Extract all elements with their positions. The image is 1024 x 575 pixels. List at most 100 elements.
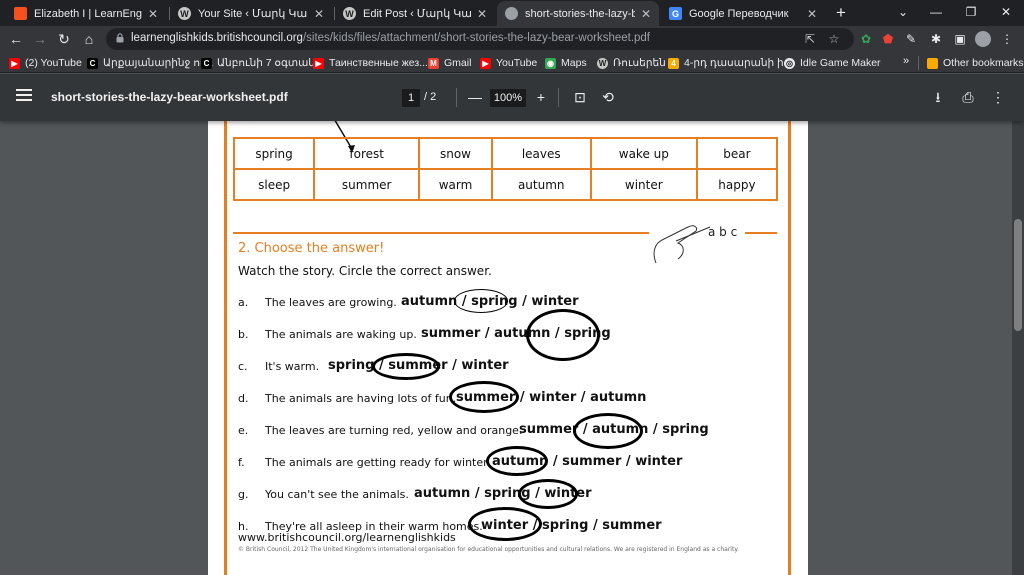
tab-your-site[interactable]: W Your Site ‹ Մարկ Կարդանյա ✕	[170, 1, 332, 26]
bookmark-item[interactable]: ▶ Таинственные жез...	[313, 55, 428, 71]
zoom-in-icon[interactable]: +	[532, 88, 550, 106]
star-icon[interactable]: ☆	[826, 31, 842, 47]
grid-icon	[14, 7, 27, 20]
answer-circle	[468, 507, 542, 541]
question-letter: g.	[238, 488, 249, 501]
youtube-icon: ▶	[313, 57, 324, 69]
close-icon[interactable]: ✕	[807, 7, 817, 21]
bookmark-label: Անբունի 7 օգտակ...	[217, 57, 324, 69]
pdf-viewer[interactable]: spring forest snow leaves wake up bear s…	[0, 121, 1024, 575]
globe-icon: ◎	[784, 57, 795, 69]
word-cell: leaves	[490, 137, 592, 170]
bookmark-item[interactable]: ▶ (2) YouTube	[9, 55, 82, 71]
bookmark-item[interactable]: С Անբունի 7 օգտակ...	[201, 55, 324, 71]
extensions-puzzle-icon[interactable]: ✱	[928, 31, 944, 47]
other-bookmarks[interactable]: Other bookmarks	[927, 55, 1024, 71]
forward-icon[interactable]: →	[30, 29, 50, 49]
tab-pdf-active[interactable]: short-stories-the-lazy-bear-w ✕	[497, 1, 659, 26]
scrollbar[interactable]	[1012, 121, 1024, 575]
page-total: / 2	[424, 91, 437, 103]
word-cell: snow	[418, 137, 493, 170]
more-options-icon[interactable]: ⋮	[989, 88, 1007, 106]
extension-leaf-icon[interactable]: ✿	[858, 31, 874, 47]
word-cell: winter	[589, 168, 698, 201]
home-icon[interactable]: ⌂	[79, 29, 99, 49]
bookmark-item[interactable]: 4 4-րդ դասարանի ի...	[668, 55, 792, 71]
tab-title: Google Переводчик	[689, 7, 789, 20]
zoom-input[interactable]: 100%	[490, 89, 526, 107]
globe-icon	[505, 7, 518, 20]
lock-icon	[116, 33, 124, 43]
minimize-icon[interactable]: —	[926, 2, 946, 22]
share-icon[interactable]: ⇱	[802, 31, 818, 47]
question-text: The leaves are turning red, yellow and o…	[265, 424, 523, 437]
extension-shield-icon[interactable]: ⬟	[880, 31, 896, 47]
section-title: 2. Choose the answer!	[238, 241, 385, 256]
answer-circle	[526, 309, 600, 361]
restore-icon[interactable]: ❐	[961, 2, 981, 22]
reload-icon[interactable]: ↻	[54, 29, 74, 49]
close-icon[interactable]: ✕	[148, 7, 158, 21]
avatar[interactable]	[975, 31, 991, 47]
tab-title: Your Site ‹ Մարկ Կարդանյա	[198, 8, 308, 20]
bookmark-label: YouTube	[496, 57, 538, 69]
question-text: The animals are having lots of fun.	[265, 392, 457, 405]
word-cell: sleep	[232, 168, 316, 201]
close-icon[interactable]: ✕	[314, 7, 324, 21]
youtube-icon: ▶	[9, 57, 20, 69]
section-divider	[745, 232, 777, 234]
bookmark-icon: С	[87, 57, 98, 69]
url-host: learnenglishkids.britishcouncil.org	[131, 32, 303, 44]
word-table: spring forest snow leaves wake up bear s…	[232, 137, 779, 201]
menu-kebab-icon[interactable]: ⋮	[999, 31, 1015, 47]
bookmark-label: Gmail	[444, 57, 472, 69]
word-cell: autumn	[490, 168, 592, 201]
question-text: The animals are waking up.	[265, 328, 417, 341]
zoom-out-icon[interactable]: —	[466, 88, 484, 106]
wordpress-icon: W	[343, 7, 356, 20]
rotate-icon[interactable]: ⟲	[599, 88, 617, 106]
close-icon[interactable]: ✕	[477, 7, 487, 21]
answer-circle	[372, 353, 440, 380]
gmail-icon: M	[428, 57, 439, 69]
bookmark-item[interactable]: M Gmail	[428, 55, 471, 71]
back-icon[interactable]: ←	[6, 29, 26, 49]
new-tab-button[interactable]: +	[831, 3, 851, 23]
tab-search-icon[interactable]: ⌄	[893, 2, 913, 22]
bookmark-label: Таинственные жез...	[329, 57, 428, 69]
fit-page-icon[interactable]: ⊡	[571, 88, 589, 106]
instruction-text: Watch the story. Circle the correct answ…	[238, 264, 492, 278]
answer-circle	[518, 479, 578, 509]
bookmark-label: 4-րդ դասարանի ի...	[684, 57, 793, 69]
wordpress-icon: W	[597, 57, 608, 69]
question-text: You can't see the animals.	[265, 488, 409, 501]
word-cell: spring	[232, 137, 316, 170]
bookmark-label: Արքայանարինջ ու...	[103, 57, 214, 69]
bookmark-item[interactable]: W Ռուսերեն	[597, 55, 666, 71]
pdf-toolbar: short-stories-the-lazy-bear-worksheet.pd…	[0, 74, 1024, 121]
close-window-icon[interactable]: ✕	[996, 2, 1016, 22]
browser-toolbar: ← → ↻ ⌂ learnenglishkids.britishcouncil.…	[0, 26, 1024, 52]
tab-learnenglish[interactable]: Elizabeth I | LearnEnglish Kids ✕	[6, 1, 166, 26]
page-number-input[interactable]: 1	[402, 89, 420, 107]
scrollbar-thumb[interactable]	[1014, 219, 1022, 331]
download-icon[interactable]: ⭳	[929, 88, 947, 106]
bookmark-item[interactable]: С Արքայանարինջ ու...	[87, 55, 213, 71]
wordpress-icon: W	[178, 7, 191, 20]
close-icon[interactable]: ✕	[641, 7, 651, 21]
extension-pen-icon[interactable]: ✎	[903, 31, 919, 47]
bookmark-item[interactable]: ◎ Idle Game Maker	[784, 55, 881, 71]
translate-icon: G	[669, 7, 682, 20]
bookmark-item[interactable]: ◉ Maps	[545, 55, 587, 71]
question-letter: b.	[238, 328, 249, 341]
hamburger-menu-icon[interactable]	[16, 89, 32, 105]
abc-label: a b c	[708, 225, 738, 239]
address-bar[interactable]: learnenglishkids.britishcouncil.org/site…	[106, 28, 854, 50]
tab-google-translate[interactable]: G Google Переводчик ✕	[661, 1, 825, 26]
tab-edit-post[interactable]: W Edit Post ‹ Մարկ Կարդանյա ✕	[335, 1, 495, 26]
side-panel-icon[interactable]: ▣	[952, 31, 968, 47]
print-icon[interactable]: ⎙	[959, 88, 977, 106]
bookmark-item[interactable]: ▶ YouTube	[480, 55, 537, 71]
question-letter: a.	[238, 296, 249, 309]
bookmarks-overflow-icon[interactable]: »	[903, 55, 909, 67]
